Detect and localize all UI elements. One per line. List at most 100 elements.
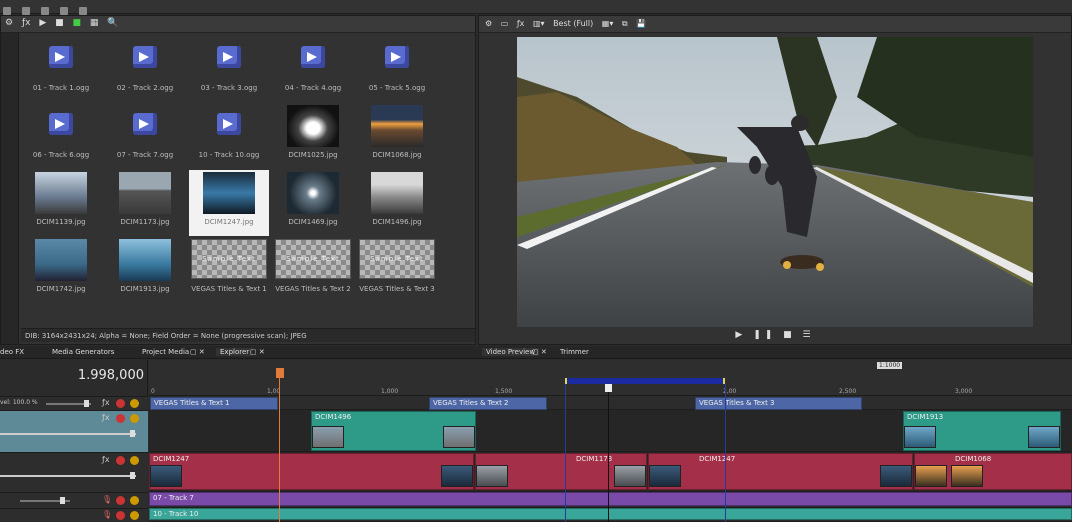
media-item[interactable]: 01 - Track 1.ogg (21, 36, 101, 102)
timeline-clip[interactable]: 07 - Track 7 (149, 492, 1072, 506)
fx-icon[interactable]: ƒx (102, 455, 110, 464)
media-item[interactable]: DCIM1068.jpg (357, 103, 437, 169)
tab-media-generators[interactable]: Media Generators (52, 348, 114, 356)
media-item[interactable]: 10 - Track 10.ogg (189, 103, 269, 169)
volume-slider-knob[interactable] (60, 497, 65, 504)
close-icon[interactable]: ▢ ✕ (532, 348, 547, 356)
media-item[interactable]: Sample Text VEGAS Titles & Text 1 (189, 237, 269, 303)
solo-icon[interactable] (130, 456, 139, 465)
timeline-clip[interactable]: DCIM1247 (149, 453, 474, 490)
color-icon[interactable]: ■ (73, 18, 82, 28)
play-icon[interactable]: ▶ (39, 18, 46, 28)
fx-icon[interactable]: ƒx (22, 18, 31, 28)
stop-icon[interactable]: ■ (55, 18, 64, 28)
split-icon[interactable]: ▥▾ (533, 19, 545, 28)
close-icon[interactable]: ▢ ✕ (190, 348, 205, 356)
fx-icon[interactable]: ƒx (102, 398, 110, 407)
track-header-video1[interactable]: ƒx (0, 452, 148, 492)
settings-icon[interactable]: ⚙ (5, 18, 13, 28)
media-item[interactable]: DCIM1496.jpg (357, 170, 437, 236)
level-slider-knob[interactable] (84, 400, 89, 407)
preview-transport[interactable]: ▶ ❚❚ ■ ☰ (479, 328, 1071, 344)
playhead-handle[interactable] (605, 384, 612, 392)
media-item[interactable]: 06 - Track 6.ogg (21, 103, 101, 169)
tab-video-preview[interactable]: Video Preview (482, 348, 540, 356)
search-icon[interactable]: 🔍 (107, 18, 118, 28)
fx-icon[interactable]: ƒx (517, 19, 525, 28)
copy-frame-icon[interactable]: ⧉ (622, 19, 628, 28)
fx-icon[interactable]: ƒx (102, 413, 110, 422)
mute-icon[interactable] (116, 496, 125, 505)
mute-icon[interactable] (116, 511, 125, 520)
opacity-slider[interactable] (0, 475, 136, 477)
mute-icon[interactable] (116, 456, 125, 465)
tab-project-media[interactable]: Project Media (142, 348, 189, 356)
timeline-clip[interactable]: DCIM1496 (311, 411, 476, 451)
loop-marker[interactable]: 1:1000 (877, 362, 903, 369)
overlay-icon[interactable]: ▦▾ (602, 19, 614, 28)
media-item[interactable]: DCIM1742.jpg (21, 237, 101, 303)
solo-icon[interactable] (130, 414, 139, 423)
media-item[interactable]: DCIM1247.jpg (189, 170, 269, 236)
track-header-titles[interactable]: vel: 100.0 % ƒx (0, 396, 148, 410)
tab-explorer[interactable]: Explorer (216, 348, 254, 356)
opacity-slider[interactable] (0, 433, 136, 435)
media-item[interactable]: Sample Text VEGAS Titles & Text 2 (273, 237, 353, 303)
settings-icon[interactable]: ⚙ (485, 19, 492, 28)
opacity-slider-knob[interactable] (130, 430, 135, 437)
mute-icon[interactable] (116, 414, 125, 423)
solo-icon[interactable] (130, 399, 139, 408)
timeline-clip[interactable]: DCIM1913 (903, 411, 1061, 451)
track-header-audio10[interactable]: 🎙 (0, 508, 148, 522)
timeline-clip[interactable]: DCIM1247 (648, 453, 913, 490)
media-item[interactable]: Sample Text VEGAS Titles & Text 3 (357, 237, 437, 303)
undo-icon[interactable] (3, 7, 11, 15)
media-item[interactable]: DCIM1469.jpg (273, 170, 353, 236)
media-grid: 01 - Track 1.ogg 02 - Track 2.ogg 03 - Tra… (21, 36, 473, 326)
media-item[interactable]: 02 - Track 2.ogg (105, 36, 185, 102)
opacity-slider-knob[interactable] (130, 472, 135, 479)
timeline-clip[interactable]: 10 - Track 10 (149, 508, 1072, 520)
image-thumbnail (371, 105, 423, 147)
media-item[interactable]: DCIM1025.jpg (273, 103, 353, 169)
tab-video-fx[interactable]: deo FX (0, 348, 24, 356)
edit-cursor[interactable] (279, 368, 280, 522)
vegas-workspace: { "media": { "items": [ {"label": "01 - … (0, 0, 1072, 522)
playhead[interactable] (608, 384, 609, 522)
media-item[interactable]: 04 - Track 4.ogg (273, 36, 353, 102)
media-item[interactable]: 05 - Track 5.ogg (357, 36, 437, 102)
timeline-clip[interactable]: VEGAS Titles & Text 3 (695, 397, 862, 410)
copy-icon[interactable] (60, 7, 69, 15)
media-item[interactable]: 07 - Track 7.ogg (105, 103, 185, 169)
media-bins-panel[interactable] (1, 33, 19, 344)
loop-region[interactable] (565, 378, 725, 384)
view-icon[interactable]: ▦ (90, 18, 99, 28)
timeline-clip[interactable]: VEGAS Titles & Text 1 (150, 397, 278, 410)
media-item[interactable]: DCIM1173.jpg (105, 170, 185, 236)
timeline-clip[interactable]: DCIM1068 (914, 453, 1072, 490)
mic-icon[interactable]: 🎙 (102, 510, 112, 519)
solo-icon[interactable] (130, 496, 139, 505)
mute-icon[interactable] (116, 399, 125, 408)
save-frame-icon[interactable]: 💾 (636, 19, 646, 28)
cursor-marker[interactable] (276, 368, 284, 378)
image-thumbnail (35, 239, 87, 281)
track-header-video2[interactable]: ƒx (0, 410, 148, 452)
quality-select[interactable]: Best (Full) (553, 19, 593, 28)
media-item[interactable]: DCIM1139.jpg (21, 170, 101, 236)
timeline-clip[interactable]: DCIM1173 (475, 453, 647, 490)
tab-trimmer[interactable]: Trimmer (560, 348, 589, 356)
solo-icon[interactable] (130, 511, 139, 520)
media-item[interactable]: DCIM1913.jpg (105, 237, 185, 303)
media-item-label: DCIM1496.jpg (372, 218, 422, 226)
media-item[interactable]: 03 - Track 3.ogg (189, 36, 269, 102)
cut-icon[interactable] (41, 7, 50, 15)
mic-icon[interactable]: 🎙 (102, 495, 112, 504)
timeline-clip[interactable]: VEGAS Titles & Text 2 (429, 397, 547, 410)
monitor-icon[interactable]: ▭ (501, 19, 509, 28)
paste-icon[interactable] (79, 7, 88, 15)
image-thumbnail (119, 172, 171, 214)
close-icon[interactable]: ▢ ✕ (250, 348, 265, 356)
track-header-audio7[interactable]: 🎙 (0, 492, 148, 508)
redo-icon[interactable] (22, 7, 31, 15)
